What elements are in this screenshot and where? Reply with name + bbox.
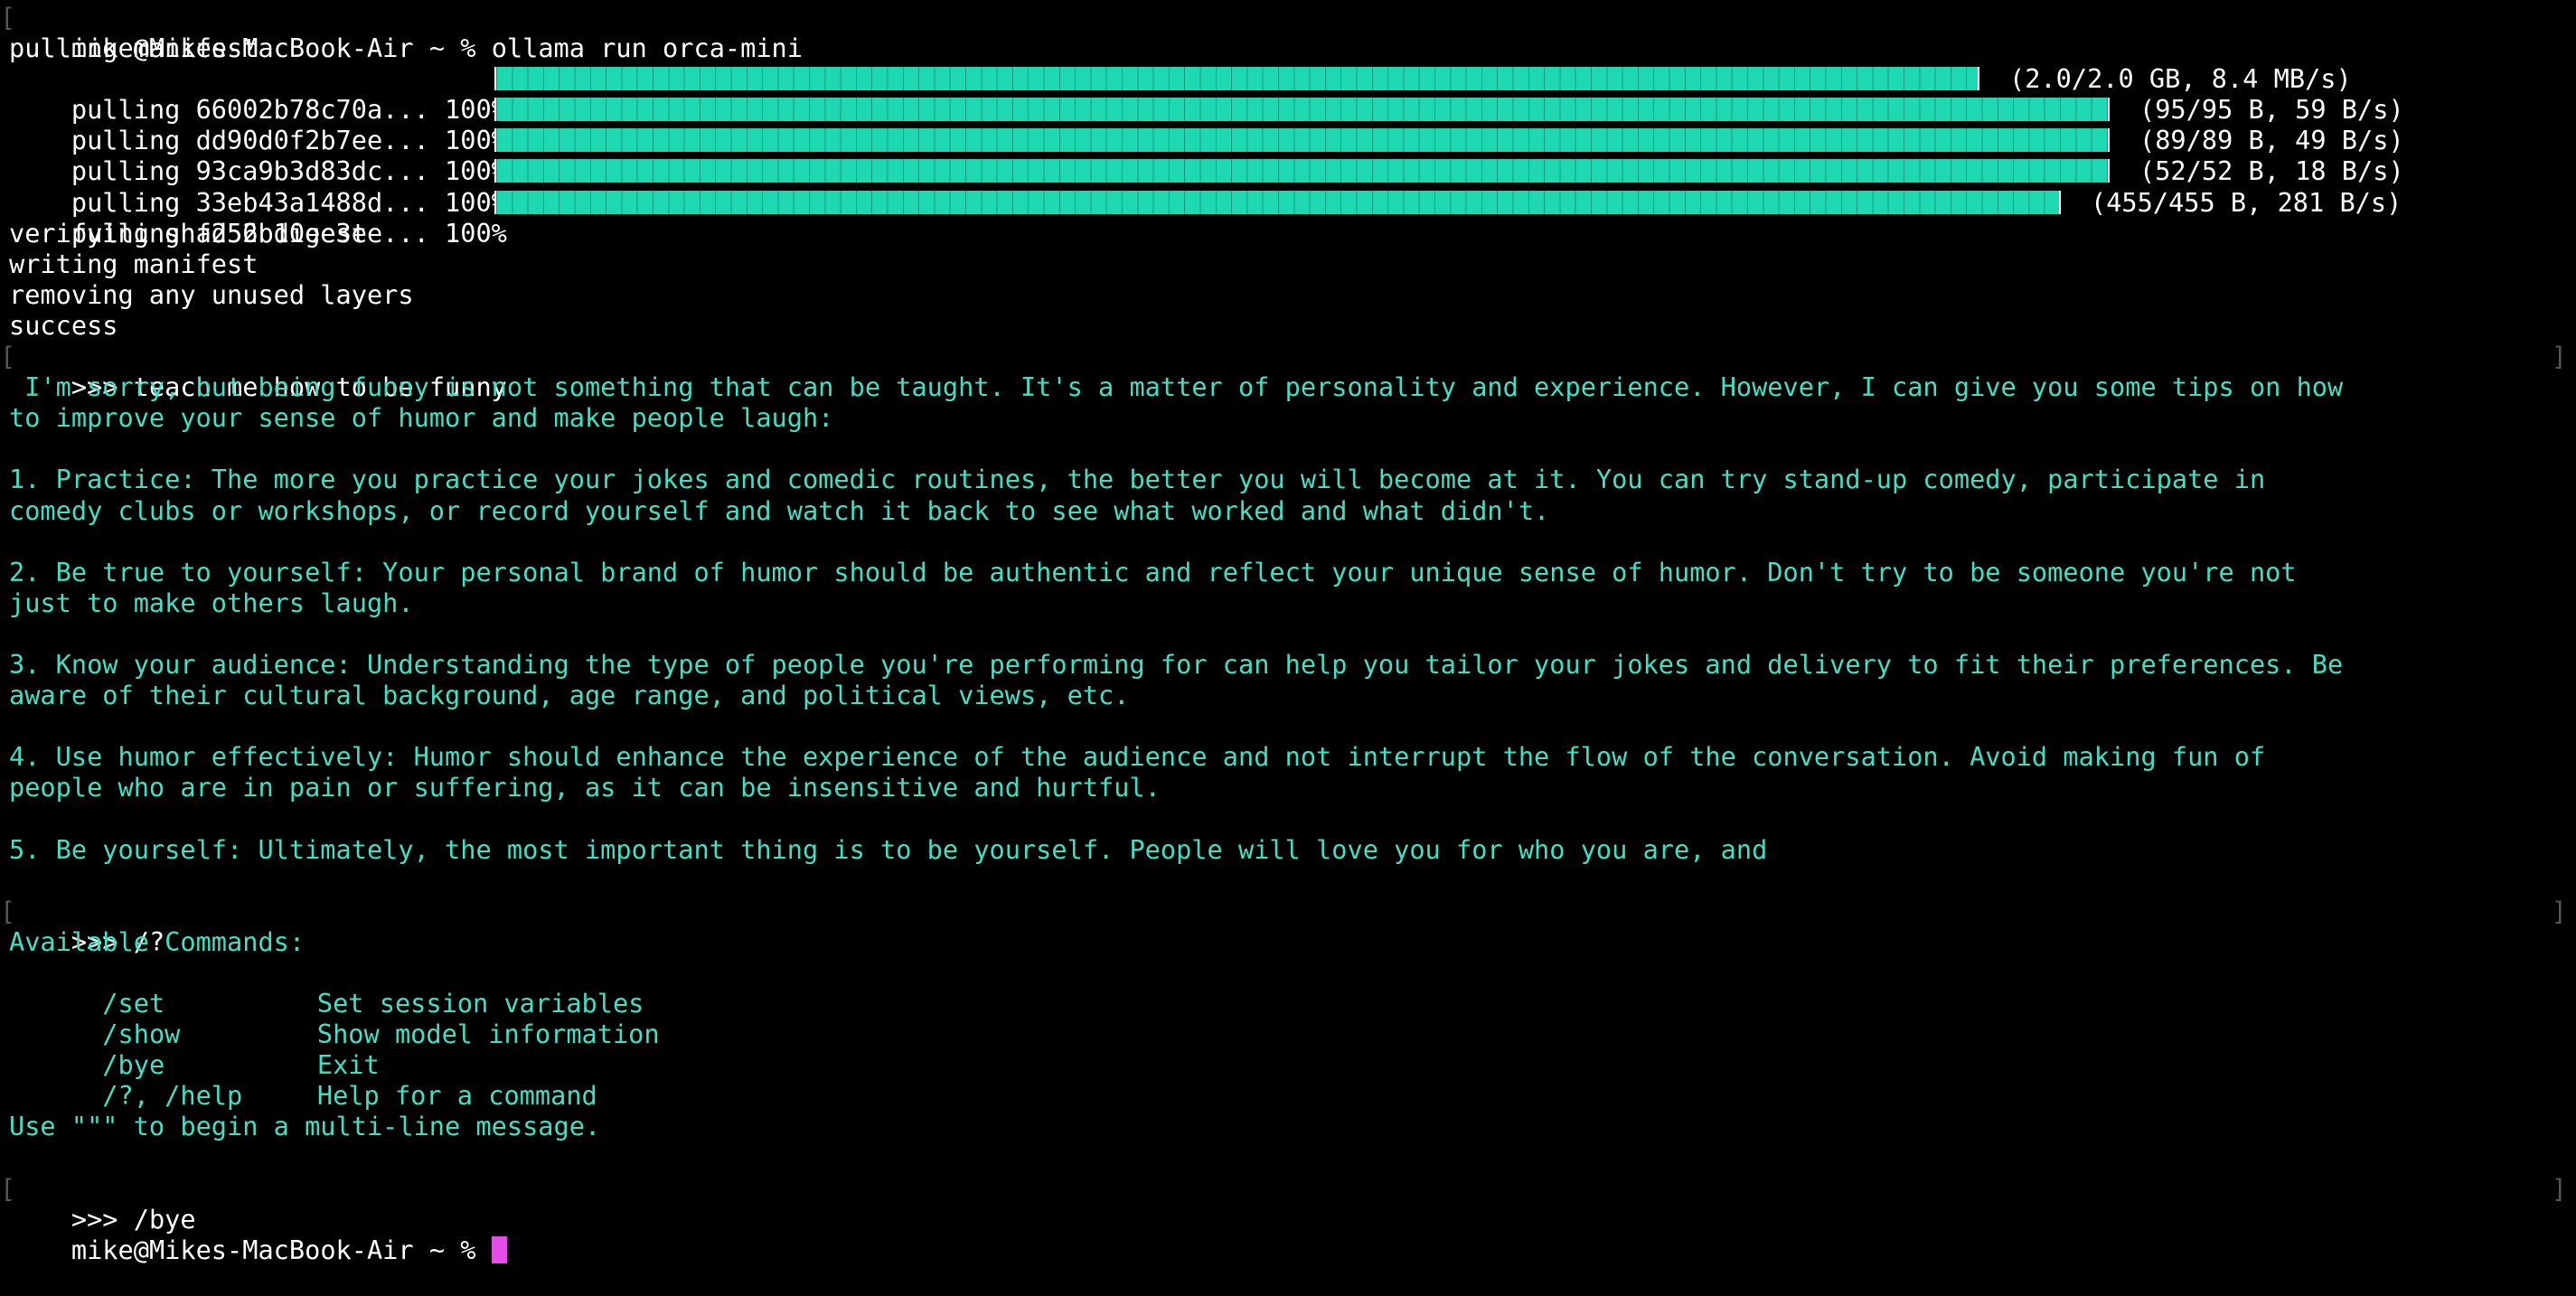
mark-bracket-left: [ xyxy=(0,2,16,33)
response-line xyxy=(9,803,2567,833)
pull-layer-stats: (52/52 B, 18 B/s) xyxy=(2139,155,2404,187)
multiline-hint: Use """ to begin a multi-line message. xyxy=(9,1111,601,1142)
help-command-row: /show Show model information xyxy=(9,988,2567,1049)
chat-response: I'm sorry, but being funny is not someth… xyxy=(9,371,2567,896)
pull-layer-stats: (89/89 B, 49 B/s) xyxy=(2139,125,2404,156)
response-line: 4. Use humor effectively: Humor should e… xyxy=(9,741,2266,773)
pull-status-line: success xyxy=(9,309,118,341)
mark-bracket-right: ] xyxy=(2551,341,2567,372)
response-line: comedy clubs or workshops, or record you… xyxy=(9,494,1550,526)
chat-user-prompt: [>>> /?] xyxy=(0,895,2567,957)
chat-user-prompt: [>>> /bye] xyxy=(0,1172,2567,1235)
response-line: 1. Practice: The more you practice your … xyxy=(9,464,2266,495)
progress-bar xyxy=(494,128,2110,153)
pull-manifest-line: pulling manifest xyxy=(9,33,259,64)
response-line xyxy=(9,710,2567,741)
pull-status-line: removing any unused layers xyxy=(9,278,414,310)
pull-layer-stats: (95/95 B, 59 B/s) xyxy=(2139,94,2404,126)
response-line: 2. Be true to yourself: Your personal br… xyxy=(9,556,2297,587)
terminal-cursor xyxy=(491,1235,507,1263)
response-line: I'm sorry, but being funny is not someth… xyxy=(9,371,2344,403)
help-title: Available Commands: xyxy=(9,925,306,957)
help-command-row: /?, /help Help for a command xyxy=(9,1049,2567,1111)
progress-bar xyxy=(494,67,1979,91)
pull-status-line: writing manifest xyxy=(9,248,259,279)
shell-prompt: mike@Mikes-MacBook-Air ~ % xyxy=(71,1234,492,1265)
response-line: to improve your sense of humor and make … xyxy=(9,402,834,434)
shell-final-prompt-line[interactable]: mike@Mikes-MacBook-Air ~ % xyxy=(9,1204,2567,1265)
pull-layer-row: pulling fd52b10ee3ee... 100% (455/455 B,… xyxy=(9,186,2567,249)
mark-bracket-left: [ xyxy=(0,341,16,372)
progress-bar xyxy=(494,98,2110,122)
progress-bar xyxy=(494,190,2061,214)
mark-bracket-left: [ xyxy=(0,895,16,926)
mark-bracket-left: [ xyxy=(0,1172,16,1204)
response-line xyxy=(9,618,2567,649)
response-line: aware of their cultural background, age … xyxy=(9,680,1130,711)
progress-bar xyxy=(494,159,2110,183)
help-command-row: /bye Exit xyxy=(9,1019,2567,1080)
shell-command-line: [mike@Mikes-MacBook-Air ~ % ollama run o… xyxy=(0,2,2567,63)
chat-user-prompt: [>>> teach me how to be funny] xyxy=(0,341,2567,402)
pull-layer-stats: (2.0/2.0 GB, 8.4 MB/s) xyxy=(2009,63,2352,95)
help-command-row: /set Set session variables xyxy=(9,957,2567,1019)
pull-layer-stats: (455/455 B, 281 B/s) xyxy=(2091,186,2402,218)
response-line: 3. Know your audience: Understanding the… xyxy=(9,648,2344,680)
pull-layer-row: pulling 93ca9b3d83dc... 100% (89/89 B, 4… xyxy=(9,125,2567,186)
response-line xyxy=(9,865,2567,896)
mark-bracket-right: ] xyxy=(2551,1172,2567,1204)
pull-layer-row: pulling 66002b78c70a... 100% (2.0/2.0 GB… xyxy=(9,63,2567,125)
response-line xyxy=(9,526,2567,557)
response-line: people who are in pain or suffering, as … xyxy=(9,772,1161,803)
pull-status-line: verifying sha256 digest xyxy=(9,217,367,249)
pull-layer-row: pulling 33eb43a1488d... 100% (52/52 B, 1… xyxy=(9,155,2567,217)
response-line: just to make others laugh. xyxy=(9,587,414,618)
terminal-window[interactable]: [mike@Mikes-MacBook-Air ~ % ollama run o… xyxy=(0,2,2567,1265)
mark-bracket-right: ] xyxy=(2551,895,2567,926)
response-line xyxy=(9,433,2567,464)
response-line: 5. Be yourself: Ultimately, the most imp… xyxy=(9,833,1768,865)
pull-layer-row: pulling dd90d0f2b7ee... 100% (95/95 B, 5… xyxy=(9,94,2567,155)
